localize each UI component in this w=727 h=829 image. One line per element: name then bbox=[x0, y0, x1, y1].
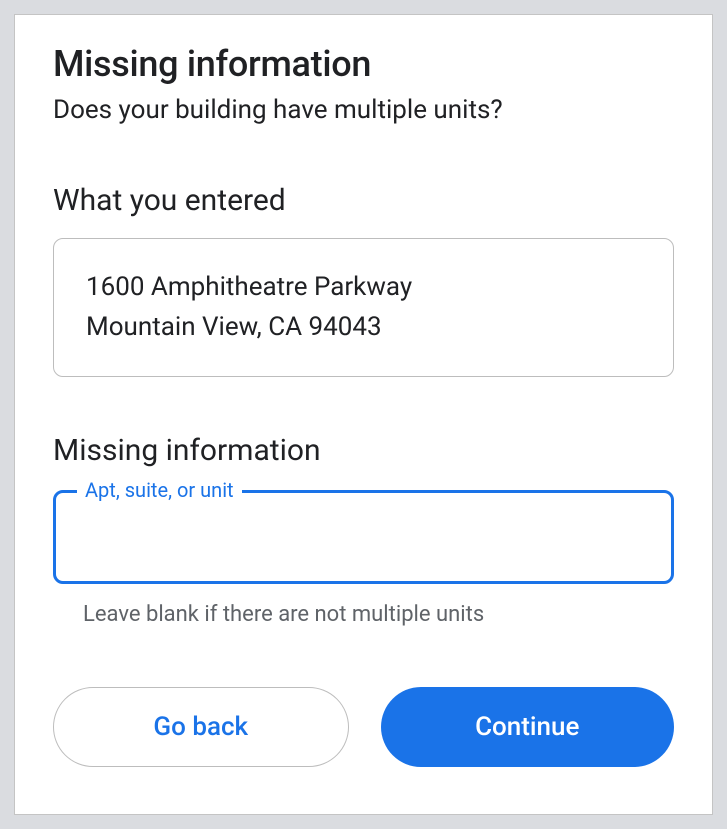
continue-button[interactable]: Continue bbox=[381, 687, 675, 767]
unit-input-label: Apt, suite, or unit bbox=[77, 478, 242, 502]
dialog-subtitle: Does your building have multiple units? bbox=[53, 95, 674, 125]
go-back-button[interactable]: Go back bbox=[53, 687, 349, 767]
unit-input-wrapper: Apt, suite, or unit bbox=[53, 490, 674, 584]
missing-heading: Missing information bbox=[53, 433, 674, 468]
entered-address-box: 1600 Amphitheatre Parkway Mountain View,… bbox=[53, 238, 674, 377]
address-line-1: 1600 Amphitheatre Parkway bbox=[86, 267, 641, 307]
address-line-2: Mountain View, CA 94043 bbox=[86, 307, 641, 347]
missing-info-dialog: Missing information Does your building h… bbox=[14, 14, 713, 815]
button-row: Go back Continue bbox=[53, 687, 674, 767]
unit-helper-text: Leave blank if there are not multiple un… bbox=[83, 602, 674, 627]
entered-heading: What you entered bbox=[53, 183, 674, 218]
unit-input[interactable] bbox=[53, 490, 674, 584]
dialog-title: Missing information bbox=[53, 43, 674, 85]
